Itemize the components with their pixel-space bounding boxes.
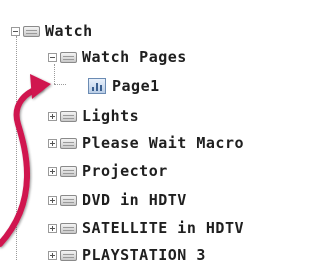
curved-arrow-icon (0, 74, 51, 247)
tree-view: Watch Watch Pages Page1 Lights Please Wa… (0, 0, 323, 268)
